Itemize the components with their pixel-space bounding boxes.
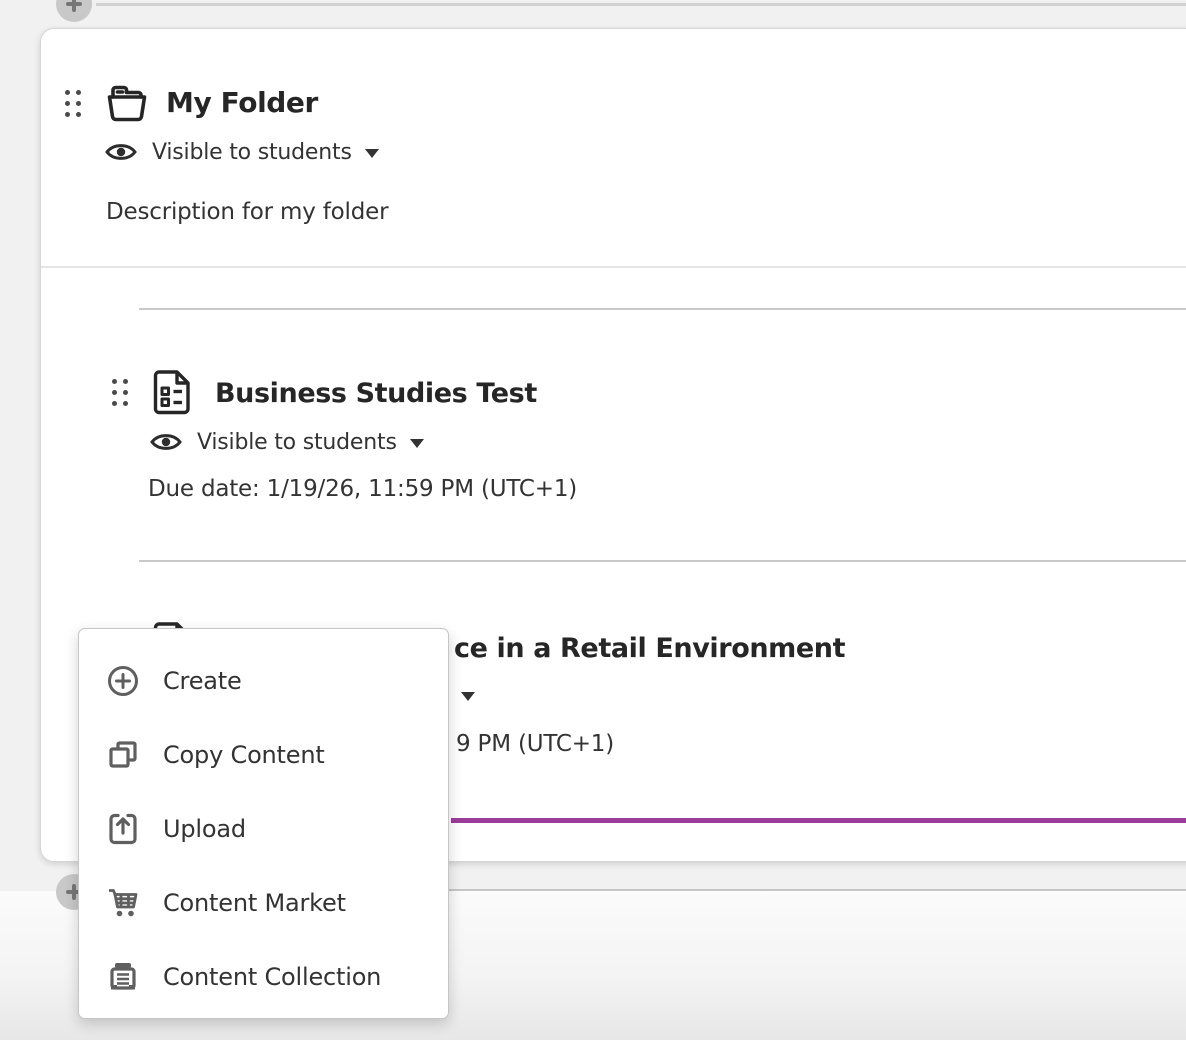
- item-visibility-label: Visible to students: [197, 430, 397, 455]
- item-title-fragment[interactable]: ce in a Retail Environment: [454, 631, 845, 667]
- test-document-icon: [152, 369, 193, 416]
- item-visibility-dropdown[interactable]: Visible to students: [149, 429, 424, 455]
- item-due-date: Due date: 1/19/26, 11:59 PM (UTC+1): [148, 474, 577, 504]
- folder-content-divider: [41, 266, 1186, 268]
- shopping-cart-icon: [106, 886, 140, 920]
- folder-description: Description for my folder: [106, 197, 388, 227]
- item-divider: [139, 560, 1186, 562]
- menu-item-copy-content[interactable]: Copy Content: [79, 718, 448, 792]
- menu-item-label: Create: [163, 667, 242, 695]
- course-content-page: My Folder Visible to students Descriptio…: [0, 0, 1186, 1040]
- menu-item-label: Content Collection: [163, 963, 381, 991]
- insert-divider-top: [96, 3, 1186, 6]
- chevron-down-icon: [461, 692, 475, 701]
- insertion-indicator-line: [451, 818, 1186, 823]
- plus-circle-icon: [106, 664, 140, 698]
- menu-item-upload[interactable]: Upload: [79, 792, 448, 866]
- folder-visibility-label: Visible to students: [152, 140, 352, 165]
- drag-handle[interactable]: [112, 379, 128, 406]
- folder-icon: [104, 83, 150, 123]
- item-title[interactable]: Business Studies Test: [215, 376, 537, 412]
- menu-item-label: Content Market: [163, 889, 346, 917]
- menu-item-label: Copy Content: [163, 741, 325, 769]
- copy-icon: [106, 738, 140, 772]
- item-divider: [139, 308, 1186, 310]
- folder-title[interactable]: My Folder: [166, 85, 318, 121]
- item-due-date-fragment: 9 PM (UTC+1): [456, 729, 614, 759]
- add-content-menu: Create Copy Content Upload: [78, 628, 449, 1019]
- menu-item-label: Upload: [163, 815, 246, 843]
- menu-item-create[interactable]: Create: [79, 644, 448, 718]
- eye-icon: [104, 139, 138, 165]
- content-collection-icon: [106, 960, 140, 994]
- eye-icon: [149, 429, 183, 455]
- drag-handle[interactable]: [65, 90, 81, 117]
- folder-visibility-dropdown[interactable]: Visible to students: [104, 139, 379, 165]
- upload-icon: [106, 812, 140, 846]
- menu-item-content-collection[interactable]: Content Collection: [79, 940, 448, 1014]
- add-content-button-top[interactable]: [56, 0, 92, 22]
- chevron-down-icon: [365, 149, 379, 158]
- chevron-down-icon: [410, 439, 424, 448]
- menu-item-content-market[interactable]: Content Market: [79, 866, 448, 940]
- plus-icon: [66, 0, 82, 12]
